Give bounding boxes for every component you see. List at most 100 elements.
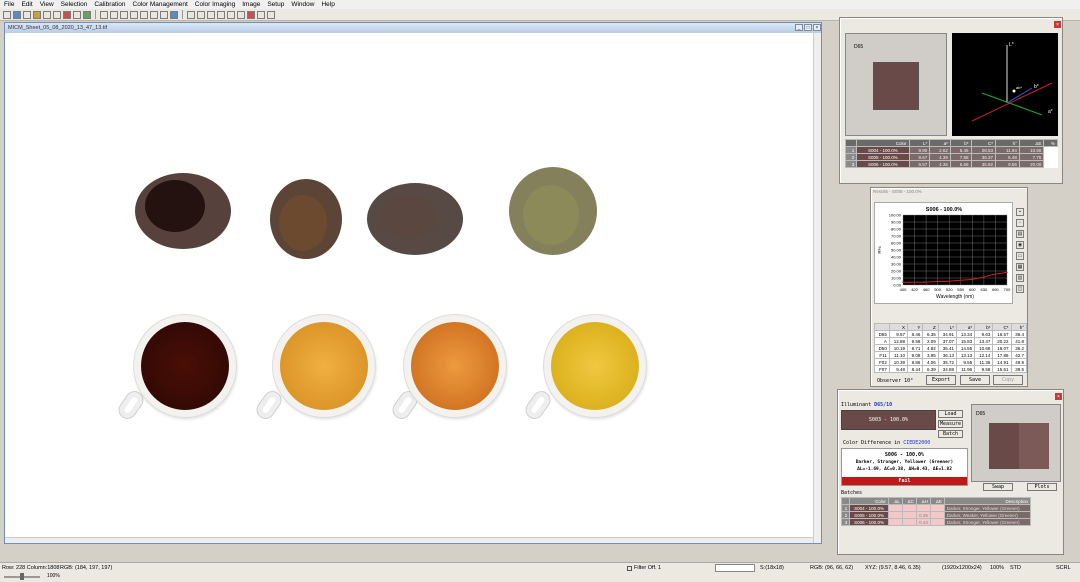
table-header: Color L* a* b* C* h° ΔE%: [844, 139, 1058, 147]
help-icon[interactable]: [267, 10, 275, 19]
menu-item-color-imaging[interactable]: Color Imaging: [195, 1, 235, 8]
menu-item-image[interactable]: Image: [242, 1, 260, 8]
copy-icon[interactable]: ▫: [1016, 219, 1024, 227]
standard-name: S003 - 100.0%: [868, 417, 909, 423]
menu-item-edit[interactable]: Edit: [21, 1, 32, 8]
settings-icon[interactable]: [257, 10, 265, 19]
batch-button[interactable]: Batch: [938, 430, 963, 438]
ab-axis-label: ab*: [1016, 85, 1022, 90]
target-icon[interactable]: [247, 10, 255, 19]
menu-item-setup[interactable]: Setup: [267, 1, 284, 8]
print-icon[interactable]: [33, 10, 41, 19]
table-row[interactable]: 3 S006 - 100.0% 0.43 Darker, Stronger, Yell…: [840, 518, 1032, 526]
ellipse-select-icon[interactable]: [150, 10, 158, 19]
tea-image-canvas[interactable]: [5, 33, 813, 537]
minimize-icon[interactable]: _: [795, 24, 803, 31]
reflectance-chart-svg: S006 - 100.0% 100.00 90.00 80.00 70.00 60.00 5…: [877, 207, 1011, 300]
data-point: [954, 280, 956, 282]
standard-swatch[interactable]: S003 - 100.0%: [841, 410, 936, 430]
tea-cup-2: [273, 315, 375, 417]
x-tick-label: 550: [957, 287, 964, 292]
close-icon[interactable]: ×: [1055, 393, 1062, 400]
zoom-icon[interactable]: ▭: [1016, 252, 1024, 260]
menu-item-calibration[interactable]: Calibration: [94, 1, 125, 8]
settings-icon[interactable]: ◉: [1016, 241, 1024, 249]
data-point: [936, 280, 939, 283]
open-icon[interactable]: [13, 10, 21, 19]
plots-button[interactable]: Plots: [1027, 483, 1057, 491]
sample-size: S:(18x18): [760, 565, 784, 571]
copy-button[interactable]: Copy: [993, 375, 1023, 385]
color-difference-box: S006 - 100.0% Darker, Stronger, Yellower…: [841, 448, 968, 486]
rect-select-icon[interactable]: [140, 10, 148, 19]
color-icon[interactable]: [237, 10, 245, 19]
y-tick-label: 20.00: [891, 269, 902, 274]
undo-icon[interactable]: [73, 10, 81, 19]
zoom-fit-icon[interactable]: [120, 10, 128, 19]
menu-item-color-management[interactable]: Color Management: [133, 1, 188, 8]
x-tick-label: 520: [946, 287, 953, 292]
vertical-scrollbar[interactable]: [813, 33, 821, 543]
zoom-in-icon[interactable]: [100, 10, 108, 19]
measure-icon[interactable]: [217, 10, 225, 19]
table-row[interactable]: 2 S005 - 100.0% 9.67 4.39 7.88 36.37 6.48 7.75: [844, 153, 1058, 161]
copy-icon[interactable]: [53, 10, 61, 19]
tea-cup-4: [544, 315, 646, 417]
tea-cup-1: [134, 315, 236, 417]
table-icon[interactable]: ▥: [1016, 274, 1024, 282]
maximize-icon[interactable]: □: [804, 24, 812, 31]
checkbox-icon[interactable]: [627, 565, 632, 571]
load-button[interactable]: Load: [938, 410, 963, 418]
color-swatch: [873, 62, 919, 110]
cut-icon[interactable]: [43, 10, 51, 19]
menu-item-file[interactable]: File: [4, 1, 14, 8]
table-row[interactable]: 1 S004 - 100.0% Darker, Stronger, Yellower…: [840, 504, 1032, 512]
table-row: D65 9.57 8.46 6.35 34.91 13.34 9.63 16.57 36.4: [874, 330, 1028, 338]
delta-values: ΔL=-1.69, ΔC=0.38, ΔH=0.43, ΔE=1.82: [857, 467, 952, 472]
lasso-icon[interactable]: [160, 10, 168, 19]
image-dimensions: (1920x1200x24): [942, 565, 982, 571]
close-icon[interactable]: ×: [813, 24, 821, 31]
redo-icon[interactable]: [83, 10, 91, 19]
table-row[interactable]: 1 S004 - 100.0% 9.90 2.62 5.45 28.53 11.94 10.6…: [844, 146, 1058, 154]
select-icon[interactable]: [130, 10, 138, 19]
zoom-out-icon[interactable]: [110, 10, 118, 19]
flip-icon[interactable]: [207, 10, 215, 19]
swap-button[interactable]: Swap: [983, 483, 1013, 491]
zoom-slider-thumb[interactable]: [20, 573, 24, 580]
print-icon[interactable]: ▤: [1016, 230, 1024, 238]
data-point: [992, 273, 994, 276]
zoom-slider-value: 100%: [47, 573, 60, 579]
rotate-icon[interactable]: [197, 10, 205, 19]
menu-item-selection[interactable]: Selection: [61, 1, 88, 8]
table-row[interactable]: 2 S005 - 100.0% 0.49 Darker, Weaker, Yellow…: [840, 511, 1032, 519]
grid-icon[interactable]: ▦: [1016, 263, 1024, 271]
grid-icon[interactable]: [227, 10, 235, 19]
chart-icon[interactable]: ◫: [1016, 285, 1024, 293]
new-icon[interactable]: [3, 10, 11, 19]
y-tick-label: 30.00: [891, 262, 902, 267]
paste-icon[interactable]: [63, 10, 71, 19]
measure-button[interactable]: Measure: [938, 420, 963, 428]
data-point: [943, 280, 946, 283]
menu-item-view[interactable]: View: [40, 1, 54, 8]
table-row[interactable]: 3 S006 - 100.0% 9.57 4.36 6.66 35.92 9.55 20.00: [844, 160, 1058, 168]
export-button[interactable]: Export: [926, 375, 956, 385]
horizontal-scrollbar[interactable]: [5, 537, 813, 543]
close-icon[interactable]: ×: [1054, 21, 1061, 28]
mode-indicator: STD: [1010, 565, 1021, 571]
save-button[interactable]: Save: [960, 375, 990, 385]
batches-table: Color ΔL ΔC ΔH ΔE Description 1 S004 - 100.0% Da…: [840, 497, 1032, 526]
filter-checkbox[interactable]: Filter Off. 1: [627, 564, 661, 572]
sample-size-select[interactable]: [715, 564, 755, 572]
save-icon[interactable]: [23, 10, 31, 19]
crop-icon[interactable]: [187, 10, 195, 19]
table-row: F07 9.48 8.44 6.39 34.88 11.96 9.58 15.51 39.5: [874, 365, 1028, 373]
y-tick-label: 70.00: [891, 234, 902, 239]
menu-item-window[interactable]: Window: [291, 1, 314, 8]
save-icon[interactable]: ▪: [1016, 208, 1024, 216]
picker-icon[interactable]: [170, 10, 178, 19]
observer-label: Observer 10°: [877, 378, 914, 384]
menu-item-help[interactable]: Help: [321, 1, 334, 8]
zoom-level: 100%: [990, 565, 1005, 571]
